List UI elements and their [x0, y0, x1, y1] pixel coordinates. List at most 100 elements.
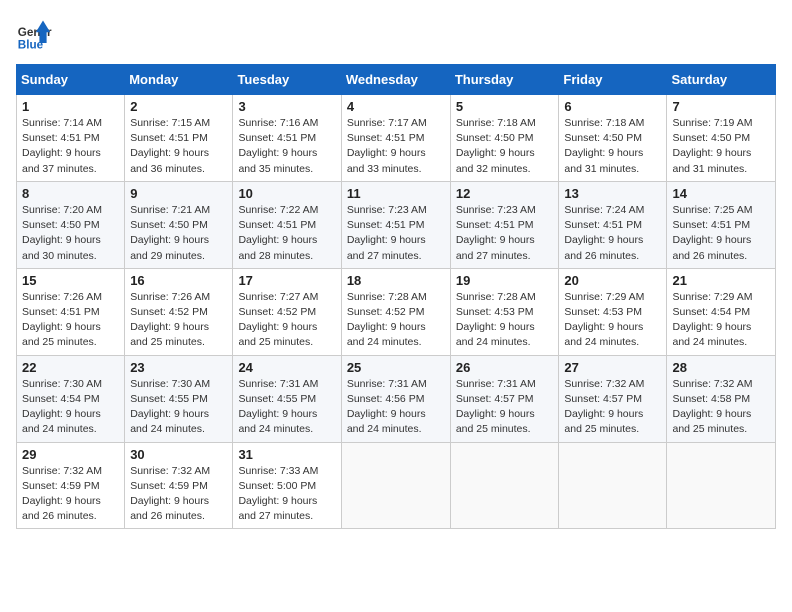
- calendar-day-cell: 3 Sunrise: 7:16 AM Sunset: 4:51 PM Daylig…: [233, 95, 341, 182]
- calendar-day-cell: 20Sunrise: 7:29 AM Sunset: 4:53 PM Dayli…: [559, 268, 667, 355]
- calendar-day-cell: 17 Sunrise: 7:27 AM Sunset: 4:52 PM Dayli…: [233, 268, 341, 355]
- calendar-day-cell: 14 Sunrise: 7:25 AM Sunset: 4:51 PM Dayli…: [667, 181, 776, 268]
- day-number: 10: [238, 186, 335, 201]
- day-info: Sunrise: 7:30 AM Sunset: 4:54 PM Dayligh…: [22, 377, 119, 438]
- calendar-day-cell: 8 Sunrise: 7:20 AM Sunset: 4:50 PM Daylig…: [17, 181, 125, 268]
- calendar-day-cell: 5 Sunrise: 7:18 AM Sunset: 4:50 PM Daylig…: [450, 95, 559, 182]
- calendar-day-cell: 22 Sunrise: 7:30 AM Sunset: 4:54 PM Dayli…: [17, 355, 125, 442]
- day-info: Sunrise: 7:26 AM Sunset: 4:51 PM Dayligh…: [22, 290, 119, 351]
- day-number: 16: [130, 273, 227, 288]
- day-number: 12: [456, 186, 554, 201]
- day-info: Sunrise: 7:22 AM Sunset: 4:51 PM Dayligh…: [238, 203, 335, 264]
- day-info: Sunrise: 7:31 AM Sunset: 4:57 PM Dayligh…: [456, 377, 554, 438]
- calendar-day-cell: 11Sunrise: 7:23 AM Sunset: 4:51 PM Dayli…: [341, 181, 450, 268]
- calendar-week-row: 1 Sunrise: 7:14 AM Sunset: 4:51 PM Daylig…: [17, 95, 776, 182]
- calendar-day-cell: 30Sunrise: 7:32 AM Sunset: 4:59 PM Dayli…: [125, 442, 233, 529]
- day-info: Sunrise: 7:28 AM Sunset: 4:53 PM Dayligh…: [456, 290, 554, 351]
- calendar-day-cell: 15 Sunrise: 7:26 AM Sunset: 4:51 PM Dayli…: [17, 268, 125, 355]
- day-info: Sunrise: 7:24 AM Sunset: 4:51 PM Dayligh…: [564, 203, 661, 264]
- day-number: 22: [22, 360, 119, 375]
- calendar-day-cell: 25 Sunrise: 7:31 AM Sunset: 4:56 PM Dayli…: [341, 355, 450, 442]
- day-number: 18: [347, 273, 445, 288]
- calendar-day-cell: [667, 442, 776, 529]
- day-number: 14: [672, 186, 770, 201]
- day-number: 11: [347, 186, 445, 201]
- calendar-day-cell: 23 Sunrise: 7:30 AM Sunset: 4:55 PM Dayli…: [125, 355, 233, 442]
- weekday-header: Saturday: [667, 65, 776, 95]
- page-header: General Blue: [16, 16, 776, 52]
- day-number: 13: [564, 186, 661, 201]
- calendar-day-cell: 2Sunrise: 7:15 AM Sunset: 4:51 PM Daylig…: [125, 95, 233, 182]
- day-number: 9: [130, 186, 227, 201]
- calendar-week-row: 15 Sunrise: 7:26 AM Sunset: 4:51 PM Dayli…: [17, 268, 776, 355]
- day-info: Sunrise: 7:23 AM Sunset: 4:51 PM Dayligh…: [456, 203, 554, 264]
- day-info: Sunrise: 7:32 AM Sunset: 4:57 PM Dayligh…: [564, 377, 661, 438]
- day-info: Sunrise: 7:18 AM Sunset: 4:50 PM Dayligh…: [456, 116, 554, 177]
- day-info: Sunrise: 7:31 AM Sunset: 4:56 PM Dayligh…: [347, 377, 445, 438]
- calendar-day-cell: 29 Sunrise: 7:32 AM Sunset: 4:59 PM Dayli…: [17, 442, 125, 529]
- day-info: Sunrise: 7:30 AM Sunset: 4:55 PM Dayligh…: [130, 377, 227, 438]
- day-number: 26: [456, 360, 554, 375]
- day-number: 7: [672, 99, 770, 114]
- calendar-day-cell: 21 Sunrise: 7:29 AM Sunset: 4:54 PM Dayli…: [667, 268, 776, 355]
- day-info: Sunrise: 7:26 AM Sunset: 4:52 PM Dayligh…: [130, 290, 227, 351]
- calendar-day-cell: 27 Sunrise: 7:32 AM Sunset: 4:57 PM Dayli…: [559, 355, 667, 442]
- weekday-header: Thursday: [450, 65, 559, 95]
- calendar-day-cell: 1 Sunrise: 7:14 AM Sunset: 4:51 PM Daylig…: [17, 95, 125, 182]
- day-number: 24: [238, 360, 335, 375]
- day-info: Sunrise: 7:15 AM Sunset: 4:51 PM Dayligh…: [130, 116, 227, 177]
- day-number: 3: [238, 99, 335, 114]
- day-info: Sunrise: 7:18 AM Sunset: 4:50 PM Dayligh…: [564, 116, 661, 177]
- day-number: 31: [238, 447, 335, 462]
- day-number: 23: [130, 360, 227, 375]
- weekday-header: Sunday: [17, 65, 125, 95]
- day-number: 17: [238, 273, 335, 288]
- calendar-week-row: 22 Sunrise: 7:30 AM Sunset: 4:54 PM Dayli…: [17, 355, 776, 442]
- day-number: 30: [130, 447, 227, 462]
- calendar-day-cell: 4 Sunrise: 7:17 AM Sunset: 4:51 PM Daylig…: [341, 95, 450, 182]
- calendar-day-cell: 24 Sunrise: 7:31 AM Sunset: 4:55 PM Dayli…: [233, 355, 341, 442]
- calendar-day-cell: [341, 442, 450, 529]
- calendar-day-cell: 28 Sunrise: 7:32 AM Sunset: 4:58 PM Dayli…: [667, 355, 776, 442]
- day-number: 1: [22, 99, 119, 114]
- day-number: 4: [347, 99, 445, 114]
- day-info: Sunrise: 7:29 AM Sunset: 4:54 PM Dayligh…: [672, 290, 770, 351]
- day-info: Sunrise: 7:20 AM Sunset: 4:50 PM Dayligh…: [22, 203, 119, 264]
- day-number: 5: [456, 99, 554, 114]
- weekday-header: Friday: [559, 65, 667, 95]
- day-number: 29: [22, 447, 119, 462]
- calendar-day-cell: 10 Sunrise: 7:22 AM Sunset: 4:51 PM Dayli…: [233, 181, 341, 268]
- logo: General Blue: [16, 16, 52, 52]
- day-info: Sunrise: 7:16 AM Sunset: 4:51 PM Dayligh…: [238, 116, 335, 177]
- calendar-week-row: 29 Sunrise: 7:32 AM Sunset: 4:59 PM Dayli…: [17, 442, 776, 529]
- day-info: Sunrise: 7:33 AM Sunset: 5:00 PM Dayligh…: [238, 464, 335, 525]
- day-number: 25: [347, 360, 445, 375]
- day-info: Sunrise: 7:32 AM Sunset: 4:59 PM Dayligh…: [22, 464, 119, 525]
- day-number: 15: [22, 273, 119, 288]
- calendar-week-row: 8 Sunrise: 7:20 AM Sunset: 4:50 PM Daylig…: [17, 181, 776, 268]
- logo-icon: General Blue: [16, 16, 52, 52]
- day-info: Sunrise: 7:31 AM Sunset: 4:55 PM Dayligh…: [238, 377, 335, 438]
- calendar-header-row: SundayMondayTuesdayWednesdayThursdayFrid…: [17, 65, 776, 95]
- calendar-day-cell: 18 Sunrise: 7:28 AM Sunset: 4:52 PM Dayli…: [341, 268, 450, 355]
- day-info: Sunrise: 7:14 AM Sunset: 4:51 PM Dayligh…: [22, 116, 119, 177]
- day-info: Sunrise: 7:25 AM Sunset: 4:51 PM Dayligh…: [672, 203, 770, 264]
- day-info: Sunrise: 7:32 AM Sunset: 4:58 PM Dayligh…: [672, 377, 770, 438]
- day-info: Sunrise: 7:21 AM Sunset: 4:50 PM Dayligh…: [130, 203, 227, 264]
- calendar-day-cell: 6Sunrise: 7:18 AM Sunset: 4:50 PM Daylig…: [559, 95, 667, 182]
- calendar-day-cell: 12 Sunrise: 7:23 AM Sunset: 4:51 PM Dayli…: [450, 181, 559, 268]
- day-info: Sunrise: 7:29 AM Sunset: 4:53 PM Dayligh…: [564, 290, 661, 351]
- calendar-table: SundayMondayTuesdayWednesdayThursdayFrid…: [16, 64, 776, 529]
- day-info: Sunrise: 7:17 AM Sunset: 4:51 PM Dayligh…: [347, 116, 445, 177]
- day-number: 8: [22, 186, 119, 201]
- calendar-day-cell: [559, 442, 667, 529]
- day-number: 28: [672, 360, 770, 375]
- weekday-header: Monday: [125, 65, 233, 95]
- day-info: Sunrise: 7:28 AM Sunset: 4:52 PM Dayligh…: [347, 290, 445, 351]
- day-number: 27: [564, 360, 661, 375]
- calendar-day-cell: [450, 442, 559, 529]
- day-info: Sunrise: 7:27 AM Sunset: 4:52 PM Dayligh…: [238, 290, 335, 351]
- calendar-day-cell: 31 Sunrise: 7:33 AM Sunset: 5:00 PM Dayli…: [233, 442, 341, 529]
- calendar-day-cell: 16 Sunrise: 7:26 AM Sunset: 4:52 PM Dayli…: [125, 268, 233, 355]
- day-number: 21: [672, 273, 770, 288]
